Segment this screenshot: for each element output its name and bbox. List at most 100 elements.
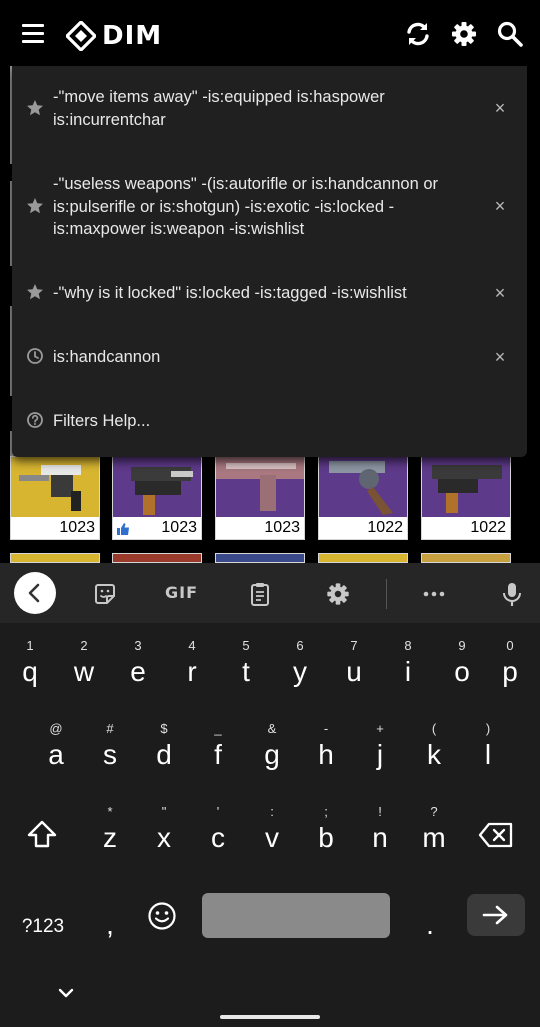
item-tile[interactable] bbox=[421, 553, 511, 563]
key-r[interactable]: 4r bbox=[165, 633, 219, 699]
key-b[interactable]: ; b bbox=[299, 799, 353, 865]
weapon-icon bbox=[216, 457, 304, 511]
key-hint: 8 bbox=[404, 638, 412, 653]
key-e[interactable]: 3e bbox=[111, 633, 165, 699]
item-tile[interactable] bbox=[318, 553, 408, 563]
key-y[interactable]: 6y bbox=[273, 633, 327, 699]
item-tile[interactable]: 1023 bbox=[112, 456, 202, 540]
key-j[interactable]: + j bbox=[353, 716, 407, 782]
key-hint: ; bbox=[324, 804, 328, 819]
key-u[interactable]: 7u bbox=[327, 633, 381, 699]
key-k[interactable]: (k bbox=[407, 716, 461, 782]
key-s[interactable]: # s bbox=[83, 716, 137, 782]
filters-help-link[interactable]: Filters Help... bbox=[12, 408, 527, 434]
keyboard-settings-icon[interactable] bbox=[325, 581, 351, 607]
key-label: b bbox=[318, 822, 334, 853]
star-icon bbox=[27, 198, 43, 214]
space-bar[interactable] bbox=[202, 893, 390, 938]
item-tile[interactable]: 1022 bbox=[421, 456, 511, 540]
key-m[interactable]: ? m bbox=[407, 799, 461, 865]
microphone-icon[interactable] bbox=[499, 581, 525, 607]
key-hint: ? bbox=[430, 804, 438, 819]
arrow-right-icon bbox=[482, 905, 508, 925]
suggestion-text: is:handcannon bbox=[53, 348, 161, 366]
key-hint: : bbox=[270, 804, 274, 819]
key-g[interactable]: & g bbox=[245, 716, 299, 782]
search-icon[interactable] bbox=[496, 20, 524, 48]
settings-gear-icon[interactable] bbox=[450, 20, 478, 48]
key-label: ?123 bbox=[21, 916, 65, 937]
on-screen-keyboard: 1q 2w 3e 4r 5t 6y 7u 8i 9o 0p @ a # s $ d _… bbox=[0, 623, 540, 1027]
comma-key[interactable]: , bbox=[83, 882, 137, 948]
clipboard-icon[interactable] bbox=[247, 581, 273, 607]
key-hint: & bbox=[267, 721, 277, 736]
close-icon[interactable]: × bbox=[492, 348, 508, 366]
shift-key[interactable] bbox=[15, 799, 69, 865]
emoji-icon[interactable] bbox=[147, 901, 177, 931]
backspace-icon bbox=[478, 822, 513, 848]
close-icon[interactable]: × bbox=[492, 197, 508, 215]
key-p[interactable]: 0p bbox=[483, 633, 537, 699]
key-n[interactable]: ! n bbox=[353, 799, 407, 865]
more-options-icon[interactable] bbox=[421, 581, 447, 607]
key-i[interactable]: 8i bbox=[381, 633, 435, 699]
item-tile[interactable]: 1023 bbox=[215, 456, 305, 540]
key-d[interactable]: $ d bbox=[137, 716, 191, 782]
key-label: m bbox=[422, 822, 446, 853]
keyboard-back-button[interactable] bbox=[14, 572, 56, 614]
suggestion-text: -"move items away" -is:equipped is:haspo… bbox=[53, 88, 385, 129]
key-a[interactable]: @ a bbox=[29, 716, 83, 782]
key-t[interactable]: 5t bbox=[219, 633, 273, 699]
app-logo[interactable]: DIM bbox=[66, 21, 162, 51]
close-icon[interactable]: × bbox=[492, 99, 508, 117]
key-label: i bbox=[404, 656, 412, 687]
saved-search-suggestion[interactable]: -"why is it locked" is:locked -is:tagged… bbox=[12, 280, 527, 306]
star-icon bbox=[27, 100, 43, 116]
key-o[interactable]: 9o bbox=[435, 633, 489, 699]
key-c[interactable]: ' c bbox=[191, 799, 245, 865]
recent-search-suggestion[interactable]: is:handcannon × bbox=[12, 344, 527, 370]
item-tile[interactable] bbox=[10, 553, 100, 563]
item-icon bbox=[113, 457, 201, 517]
key-x[interactable]: " x bbox=[137, 799, 191, 865]
menu-icon[interactable] bbox=[22, 24, 44, 44]
key-hint: ' bbox=[216, 804, 220, 819]
key-hint: " bbox=[161, 804, 167, 819]
key-z[interactable]: * z bbox=[83, 799, 137, 865]
key-hint: 5 bbox=[242, 638, 250, 653]
saved-search-suggestion[interactable]: -"useless weapons" -(is:autorifle or is:… bbox=[12, 172, 527, 244]
period-key[interactable]: . bbox=[403, 882, 457, 948]
item-power: 1023 bbox=[161, 519, 197, 536]
clock-icon bbox=[27, 348, 43, 364]
star-icon bbox=[27, 284, 43, 300]
gif-button[interactable]: GIF bbox=[165, 583, 198, 602]
key-label: f bbox=[214, 739, 222, 770]
gesture-nav-bar[interactable] bbox=[220, 1015, 320, 1019]
key-v[interactable]: :v bbox=[245, 799, 299, 865]
weapon-icon bbox=[19, 465, 81, 511]
key-h[interactable]: -h bbox=[299, 716, 353, 782]
item-tile[interactable]: 1023 bbox=[10, 456, 100, 540]
saved-search-suggestion[interactable]: -"move items away" -is:equipped is:haspo… bbox=[12, 86, 527, 136]
key-hint: ) bbox=[485, 721, 491, 736]
key-w[interactable]: 2w bbox=[57, 633, 111, 699]
close-icon[interactable]: × bbox=[492, 284, 508, 302]
item-tile[interactable] bbox=[215, 553, 305, 563]
key-hint: _ bbox=[214, 721, 222, 736]
key-l[interactable]: ) l bbox=[461, 716, 515, 782]
item-tile[interactable] bbox=[112, 553, 202, 563]
search-suggestions-dropdown: -"move items away" -is:equipped is:haspo… bbox=[12, 66, 527, 457]
key-label: d bbox=[156, 739, 172, 770]
key-q[interactable]: 1q bbox=[3, 633, 57, 699]
key-label: z bbox=[103, 822, 117, 853]
item-tile[interactable]: 1022 bbox=[318, 456, 408, 540]
backspace-key[interactable] bbox=[469, 799, 523, 865]
refresh-icon[interactable] bbox=[404, 20, 432, 48]
sticker-icon[interactable] bbox=[92, 581, 118, 607]
enter-key[interactable] bbox=[467, 894, 525, 936]
chevron-down-icon[interactable] bbox=[56, 983, 76, 1003]
help-icon bbox=[27, 412, 43, 428]
symbols-key[interactable]: ?123 bbox=[15, 882, 71, 948]
key-f[interactable]: _ f bbox=[191, 716, 245, 782]
item-power: 1022 bbox=[367, 519, 403, 536]
